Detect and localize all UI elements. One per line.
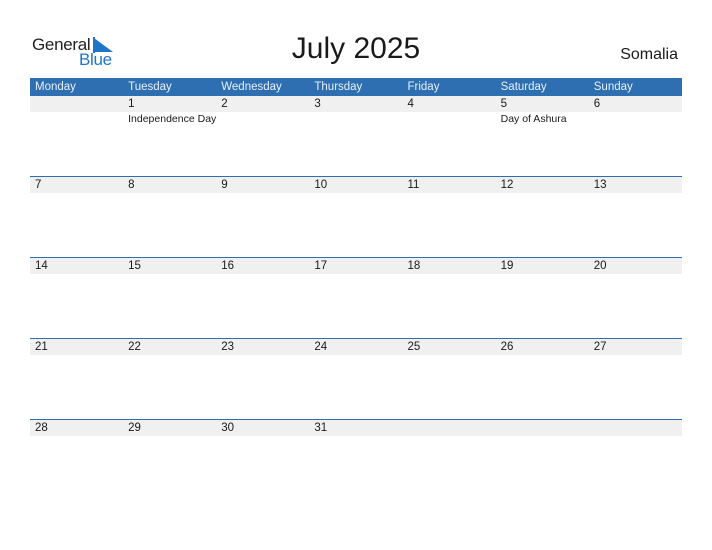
day-number: 14: [35, 260, 48, 272]
week-row: 21 22 23 24 25 26 27: [30, 338, 682, 419]
day-number: 10: [314, 179, 328, 191]
day-number: 31: [314, 422, 328, 434]
day-number: [589, 420, 682, 436]
week-row: 28 29 30 31: [30, 419, 682, 500]
day-number: 28: [35, 422, 48, 434]
day-number: 15: [128, 260, 141, 272]
week-row: 14 15 16 17 18 19 20: [30, 257, 682, 338]
weekday-sunday: Sunday: [593, 81, 633, 93]
day-number: 29: [128, 422, 141, 434]
day-number: 6: [593, 98, 601, 110]
events-row: Independence Day Day of Ashura: [30, 112, 682, 127]
date-strip: 1 2 3 4 5 6: [30, 96, 682, 112]
day-number: 20: [593, 260, 607, 272]
day-number: 23: [221, 341, 235, 353]
holiday-label: [403, 112, 496, 127]
date-strip: 21 22 23 24 25 26 27: [30, 339, 682, 355]
calendar-title: July 2025: [291, 32, 421, 65]
day-number: 16: [221, 260, 235, 272]
day-number: 8: [128, 179, 135, 191]
holiday-label: Independence Day: [128, 113, 217, 125]
weekday-tuesday: Tuesday: [128, 81, 172, 93]
weekday-thursday: Thursday: [314, 81, 363, 93]
week-row: 1 2 3 4 5 6 Independence Day Day of Ashura: [30, 96, 682, 177]
day-number: 25: [407, 341, 421, 353]
holiday-label: [309, 112, 402, 127]
holiday-label: [589, 112, 682, 127]
date-strip: 28 29 30 31: [30, 420, 682, 436]
day-number: 7: [35, 179, 42, 191]
day-number: 27: [593, 341, 607, 353]
day-number: [30, 96, 123, 112]
day-number: 30: [221, 422, 235, 434]
weekday-saturday: Saturday: [500, 81, 547, 93]
day-number: [496, 420, 589, 436]
weekday-header: Monday Tuesday Wednesday Thursday Friday…: [30, 78, 682, 96]
holiday-label: Day of Ashura: [500, 113, 567, 125]
holiday-label: [30, 112, 123, 127]
day-number: 26: [500, 341, 514, 353]
day-number: 3: [314, 98, 321, 110]
day-number: 19: [500, 260, 514, 272]
date-strip: 14 15 16 17 18 19 20: [30, 258, 682, 274]
day-number: 13: [593, 179, 607, 191]
week-row: 7 8 9 10 11 12 13: [30, 176, 682, 257]
day-number: 17: [314, 260, 328, 272]
day-number: [403, 420, 496, 436]
day-number: 2: [221, 98, 228, 110]
weekday-monday: Monday: [35, 81, 76, 93]
day-number: 24: [314, 341, 328, 353]
day-number: 12: [500, 179, 514, 191]
day-number: 22: [128, 341, 141, 353]
day-number: 9: [221, 179, 228, 191]
date-strip: 7 8 9 10 11 12 13: [30, 177, 682, 193]
day-number: 4: [407, 98, 414, 110]
day-number: 18: [407, 260, 421, 272]
weekday-friday: Friday: [407, 81, 440, 93]
day-number: 21: [35, 341, 48, 353]
weekday-wednesday: Wednesday: [221, 81, 282, 93]
day-number: 5: [500, 98, 508, 110]
day-number: 11: [407, 179, 420, 191]
day-number: 1: [128, 98, 135, 110]
country-label: Somalia: [620, 46, 678, 63]
holiday-label: [216, 112, 309, 127]
